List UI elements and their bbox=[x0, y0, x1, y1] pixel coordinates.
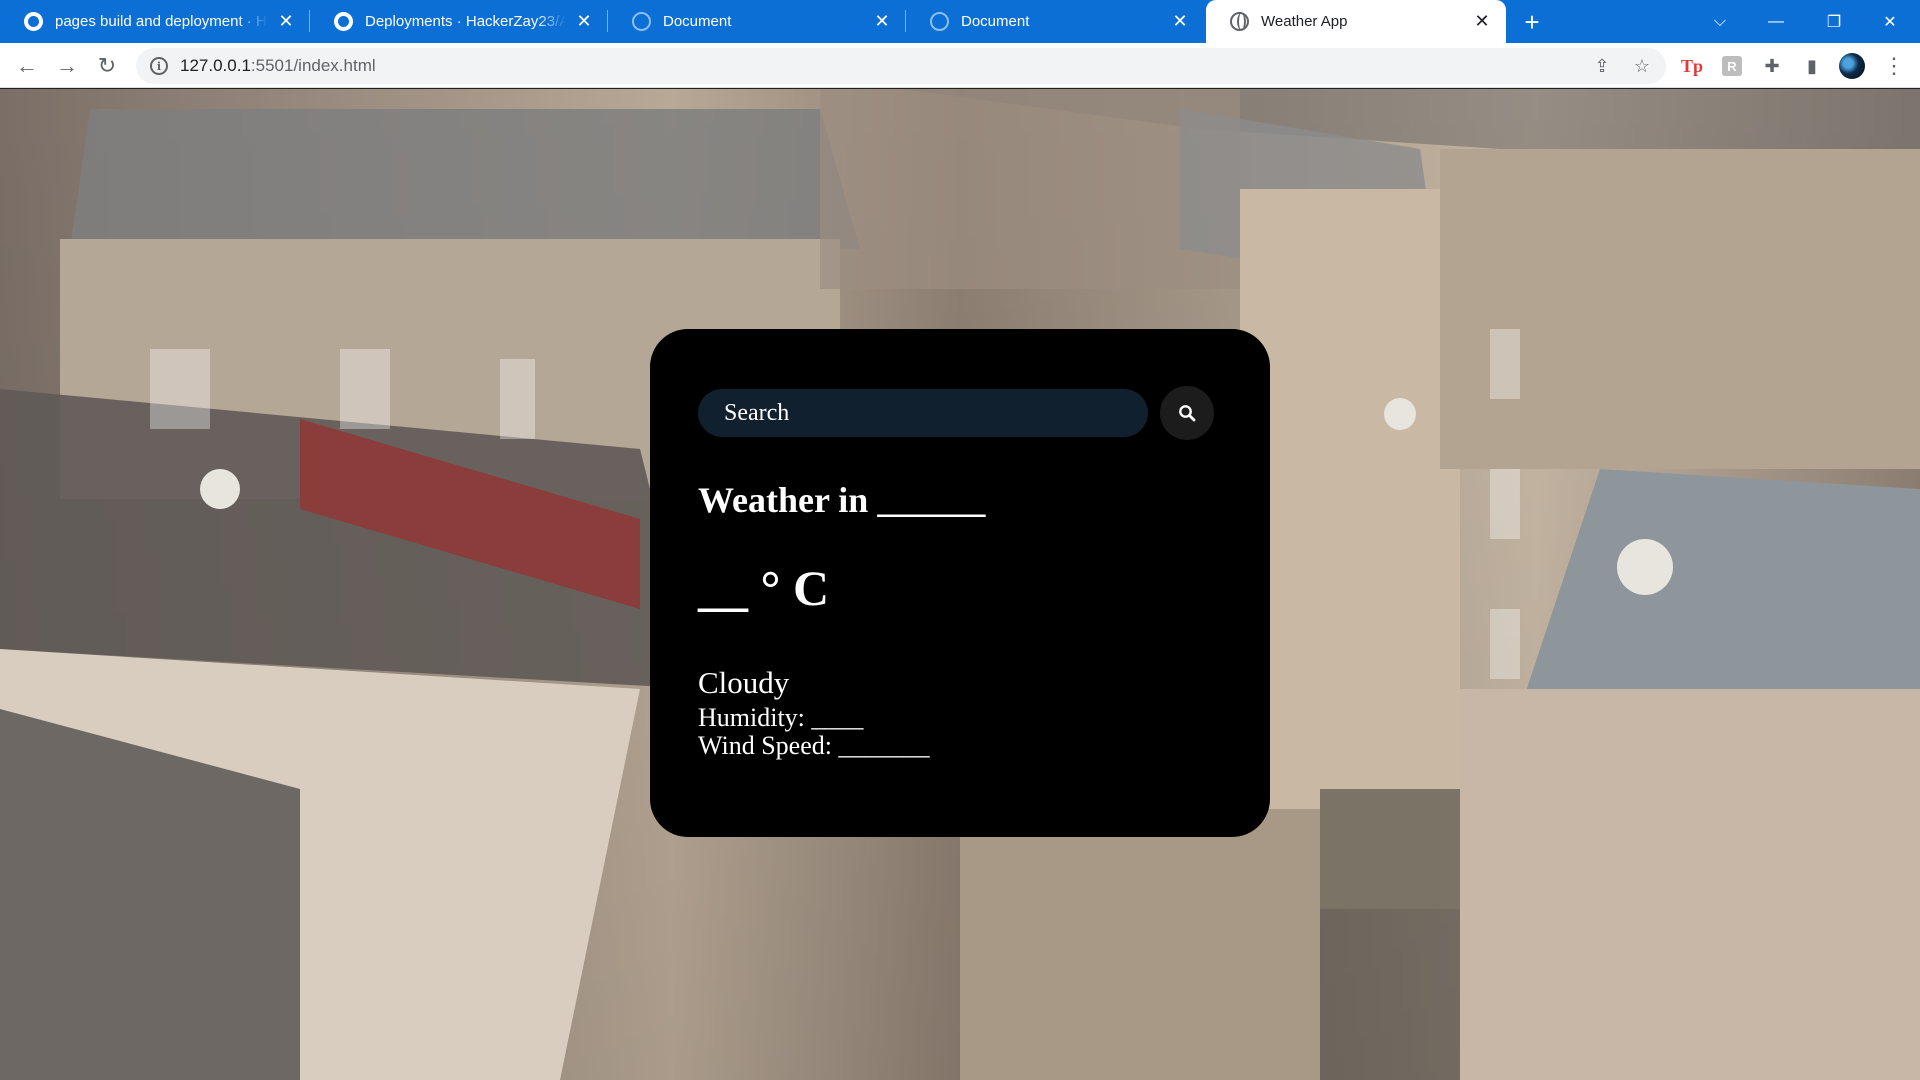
tab-document-1[interactable]: Document ✕ bbox=[608, 0, 906, 43]
browser-tab-strip: pages build and deployment · HackerZay23… bbox=[0, 0, 1920, 43]
forward-arrow-icon[interactable]: → bbox=[50, 49, 84, 83]
close-icon[interactable]: ✕ bbox=[872, 11, 892, 32]
tab-weather-app[interactable]: Weather App ✕ bbox=[1206, 0, 1506, 43]
back-arrow-icon[interactable]: ← bbox=[10, 49, 44, 83]
minimize-icon[interactable]: — bbox=[1748, 0, 1804, 43]
search-icon bbox=[1179, 405, 1196, 422]
tab-title: Weather App bbox=[1261, 13, 1348, 30]
site-info-icon[interactable]: i bbox=[150, 57, 168, 75]
close-icon[interactable]: ✕ bbox=[1170, 11, 1190, 32]
weather-card: Weather in ______ __ ° C Cloudy Humidity… bbox=[650, 329, 1270, 837]
extension-gray-icon[interactable]: R bbox=[1718, 52, 1746, 80]
reload-icon[interactable]: ↻ bbox=[90, 49, 124, 83]
tab-title: Document bbox=[961, 13, 1030, 30]
tab-title: Document bbox=[663, 13, 732, 30]
search-button[interactable] bbox=[1160, 386, 1214, 440]
weather-city-heading: Weather in ______ bbox=[698, 480, 986, 520]
humidity-value: Humidity: ____ bbox=[698, 703, 864, 732]
globe-icon bbox=[1230, 12, 1249, 31]
restore-icon[interactable]: ❐ bbox=[1806, 0, 1862, 43]
page-background-cityscape: Weather in ______ __ ° C Cloudy Humidity… bbox=[0, 89, 1920, 1080]
window-close-icon[interactable]: ✕ bbox=[1862, 0, 1918, 43]
url-path: :5501/index.html bbox=[250, 56, 376, 75]
search-input[interactable] bbox=[698, 389, 1148, 437]
wind-speed-value: Wind Speed: _______ bbox=[698, 731, 930, 760]
url-host: 127.0.0.1 bbox=[180, 56, 251, 75]
tab-deployments[interactable]: Deployments · HackerZay23/About ✕ bbox=[310, 0, 608, 43]
globe-icon bbox=[632, 12, 651, 31]
url-text[interactable]: 127.0.0.1:5501/index.html bbox=[180, 56, 376, 76]
share-icon[interactable]: ⇪ bbox=[1588, 52, 1616, 80]
menu-kebab-icon[interactable]: ⋮ bbox=[1880, 52, 1908, 80]
tab-title: Deployments · HackerZay23/About bbox=[365, 13, 566, 30]
tab-search-chevron-icon[interactable]: ⌵ bbox=[1692, 0, 1748, 43]
close-icon[interactable]: ✕ bbox=[574, 11, 594, 32]
tab-title: pages build and deployment · HackerZay23 bbox=[55, 13, 268, 30]
temperature-value: __ ° C bbox=[698, 560, 830, 616]
github-icon bbox=[24, 12, 43, 31]
browser-toolbar: ← → ↻ i 127.0.0.1:5501/index.html ⇪ ☆ Tp… bbox=[0, 43, 1920, 88]
github-icon bbox=[334, 12, 353, 31]
weather-description: Cloudy bbox=[698, 665, 790, 700]
globe-icon bbox=[930, 12, 949, 31]
tab-document-2[interactable]: Document ✕ bbox=[906, 0, 1204, 43]
tab-pages-build[interactable]: pages build and deployment · HackerZay23… bbox=[0, 0, 310, 43]
extensions-puzzle-icon[interactable]: ✚ bbox=[1758, 52, 1786, 80]
new-tab-plus-icon[interactable]: + bbox=[1516, 6, 1548, 38]
close-icon[interactable]: ✕ bbox=[1472, 11, 1492, 32]
profile-avatar[interactable] bbox=[1838, 52, 1866, 80]
side-panel-icon[interactable]: ▮ bbox=[1798, 52, 1826, 80]
address-bar[interactable]: i 127.0.0.1:5501/index.html bbox=[136, 48, 1666, 84]
tp-extension-icon[interactable]: Tp bbox=[1678, 52, 1706, 80]
bookmark-star-icon[interactable]: ☆ bbox=[1628, 52, 1656, 80]
close-icon[interactable]: ✕ bbox=[276, 11, 296, 32]
